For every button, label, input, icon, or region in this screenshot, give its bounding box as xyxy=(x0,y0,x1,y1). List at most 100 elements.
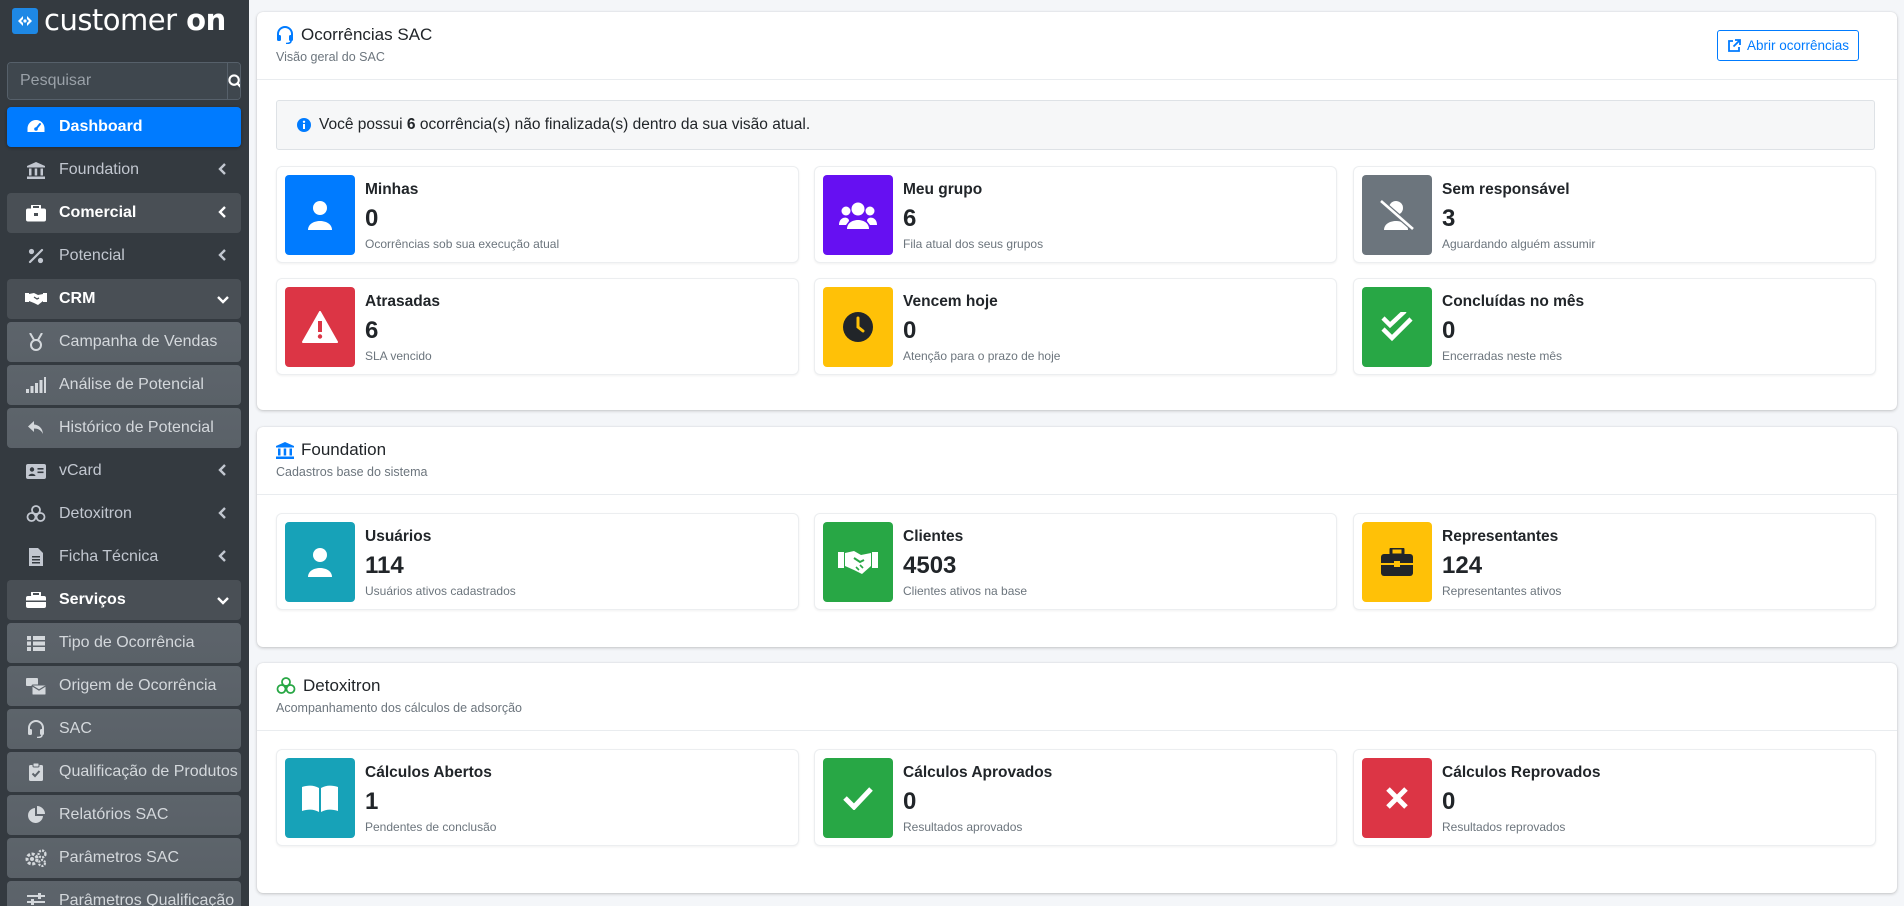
stat-value: 0 xyxy=(365,205,379,232)
sidebar-item-label: Qualificação de Produtos xyxy=(59,763,238,780)
headset-icon xyxy=(277,26,293,44)
sidebar-item-label: Origem de Ocorrência xyxy=(59,677,217,694)
stat-box-concluidas-no-mes[interactable]: Concluídas no mês 0 Encerradas neste mês xyxy=(1353,278,1876,375)
sidebar-item-label: Histórico de Potencial xyxy=(59,419,214,436)
clock-icon xyxy=(823,287,893,367)
open-occurrences-button[interactable]: Abrir ocorrências xyxy=(1716,30,1859,61)
brand[interactable]: customer on xyxy=(0,0,249,41)
stat-title: Cálculos Abertos xyxy=(365,764,492,781)
stat-description: SLA vencido xyxy=(365,349,432,363)
handshake-icon xyxy=(823,522,893,602)
sidebar-item-parametros-qualificacao[interactable]: Parâmetros Qualificação xyxy=(7,881,241,906)
stat-box-calculos-reprovados[interactable]: Cálculos Reprovados 0 Resultados reprovado… xyxy=(1353,749,1876,846)
stat-box-calculos-aprovados[interactable]: Cálculos Aprovados 0 Resultados aprovados xyxy=(814,749,1337,846)
stat-description: Ocorrências sob sua execução atual xyxy=(365,237,560,251)
tachometer-icon xyxy=(25,117,47,137)
chevron-left-icon xyxy=(218,206,226,218)
stat-box-clientes[interactable]: Clientes 4503 Clientes ativos na base xyxy=(814,513,1337,610)
stat-title: Minhas xyxy=(365,181,419,198)
headset-icon xyxy=(25,719,47,739)
chevron-left-icon xyxy=(218,163,226,175)
chart-pie-icon xyxy=(25,805,47,825)
sidebar-item-analise-de-potencial[interactable]: Análise de Potencial xyxy=(7,365,241,405)
percent-icon xyxy=(25,246,47,266)
stat-title: Atrasadas xyxy=(365,293,440,310)
book-open-icon xyxy=(285,758,355,838)
sidebar-item-label: vCard xyxy=(59,462,102,479)
sidebar-item-historico-de-potencial[interactable]: Histórico de Potencial xyxy=(7,408,241,448)
detoxitron-card-header: Detoxitron Acompanhamento dos cálculos d… xyxy=(257,663,1897,731)
stat-box-sem-responsavel[interactable]: Sem responsável 3 Aguardando alguém assumi… xyxy=(1353,166,1876,263)
stat-description: Resultados reprovados xyxy=(1442,820,1566,834)
stat-box-representantes[interactable]: Representantes 124 Representantes ativos xyxy=(1353,513,1876,610)
reply-icon xyxy=(25,418,47,438)
sidebar-item-vcard[interactable]: vCard xyxy=(7,451,241,491)
sidebar-nav: Dashboard Foundation Comercial Potencial… xyxy=(7,107,241,906)
chevron-left-icon xyxy=(218,507,226,519)
sidebar-item-label: Potencial xyxy=(59,247,125,264)
foundation-card-header: Foundation Cadastros base do sistema xyxy=(257,427,1897,495)
stat-title: Meu grupo xyxy=(903,181,983,198)
check-icon xyxy=(823,758,893,838)
stat-value: 0 xyxy=(903,788,917,815)
sidebar-item-comercial[interactable]: Comercial xyxy=(7,193,241,233)
stat-box-atrasadas[interactable]: Atrasadas 6 SLA vencido xyxy=(276,278,799,375)
search-input[interactable] xyxy=(8,63,227,99)
sidebar-item-potencial[interactable]: Potencial xyxy=(7,236,241,276)
sidebar-item-parametros-sac[interactable]: Parâmetros SAC xyxy=(7,838,241,878)
stat-value: 114 xyxy=(365,552,404,579)
sliders-icon xyxy=(25,891,47,906)
sidebar-item-sac[interactable]: SAC xyxy=(7,709,241,749)
stat-description: Pendentes de conclusão xyxy=(365,820,497,834)
sac-subtitle: Visão geral do SAC xyxy=(276,50,385,64)
stat-title: Sem responsável xyxy=(1442,181,1570,198)
open-occurrences-label: Abrir ocorrências xyxy=(1746,38,1849,53)
stat-box-minhas[interactable]: Minhas 0 Ocorrências sob sua execução atua… xyxy=(276,166,799,263)
user-icon xyxy=(285,175,355,255)
sidebar-item-label: Parâmetros Qualificação xyxy=(59,892,235,906)
users-icon xyxy=(823,175,893,255)
stat-box-meu-grupo[interactable]: Meu grupo 6 Fila atual dos seus grupos xyxy=(814,166,1337,263)
detoxitron-subtitle: Acompanhamento dos cálculos de adsorção xyxy=(276,701,522,715)
sidebar-item-origem-de-ocorrencia[interactable]: Origem de Ocorrência xyxy=(7,666,241,706)
stat-value: 0 xyxy=(1442,788,1456,815)
detoxitron-title: Detoxitron xyxy=(303,676,381,695)
sac-card-header: Ocorrências SAC Visão geral do SAC Abrir… xyxy=(257,12,1897,80)
stat-description: Representantes ativos xyxy=(1442,584,1562,598)
file-alt-icon xyxy=(25,547,47,567)
biohazard-icon xyxy=(25,504,47,524)
sidebar-item-label: Comercial xyxy=(59,204,137,221)
sidebar-item-label: Dashboard xyxy=(59,118,143,135)
sidebar-item-label: SAC xyxy=(59,720,92,737)
stat-description: Fila atual dos seus grupos xyxy=(903,237,1044,251)
times-icon xyxy=(1362,758,1432,838)
sidebar-item-campanha-de-vendas[interactable]: Campanha de Vendas xyxy=(7,322,241,362)
stat-value: 6 xyxy=(365,317,379,344)
sidebar-item-detoxitron[interactable]: Detoxitron xyxy=(7,494,241,534)
sidebar-item-crm[interactable]: CRM xyxy=(7,279,241,319)
sidebar-item-dashboard[interactable]: Dashboard xyxy=(7,107,241,147)
search-button[interactable] xyxy=(227,63,240,99)
alert-text-prefix: Você possui xyxy=(319,116,407,133)
sidebar-item-qualificacao-de-produtos[interactable]: Qualificação de Produtos xyxy=(7,752,241,792)
stat-value: 124 xyxy=(1442,552,1483,579)
foundation-subtitle: Cadastros base do sistema xyxy=(276,465,428,479)
stat-description: Clientes ativos na base xyxy=(903,584,1028,598)
stat-box-calculos-abertos[interactable]: Cálculos Abertos 1 Pendentes de conclusão xyxy=(276,749,799,846)
sidebar-item-servicos[interactable]: Serviços xyxy=(7,580,241,620)
stat-box-vencem-hoje[interactable]: Vencem hoje 0 Atenção para o prazo de hoje xyxy=(814,278,1337,375)
stat-value: 3 xyxy=(1442,205,1456,232)
sidebar-search xyxy=(7,62,241,100)
user-slash-icon xyxy=(1362,175,1432,255)
sidebar-item-ficha-tecnica[interactable]: Ficha Técnica xyxy=(7,537,241,577)
stat-description: Encerradas neste mês xyxy=(1442,349,1563,363)
exclamation-triangle-icon xyxy=(285,287,355,367)
stat-box-usuarios[interactable]: Usuários 114 Usuários ativos cadastrados xyxy=(276,513,799,610)
stat-title: Representantes xyxy=(1442,528,1559,545)
sac-title: Ocorrências SAC xyxy=(301,25,433,44)
sidebar-item-relatorios-sac[interactable]: Relatórios SAC xyxy=(7,795,241,835)
sidebar-item-foundation[interactable]: Foundation xyxy=(7,150,241,190)
sidebar-item-tipo-de-ocorrencia[interactable]: Tipo de Ocorrência xyxy=(7,623,241,663)
stat-value: 0 xyxy=(1442,317,1456,344)
sidebar-item-label: Tipo de Ocorrência xyxy=(59,634,195,651)
